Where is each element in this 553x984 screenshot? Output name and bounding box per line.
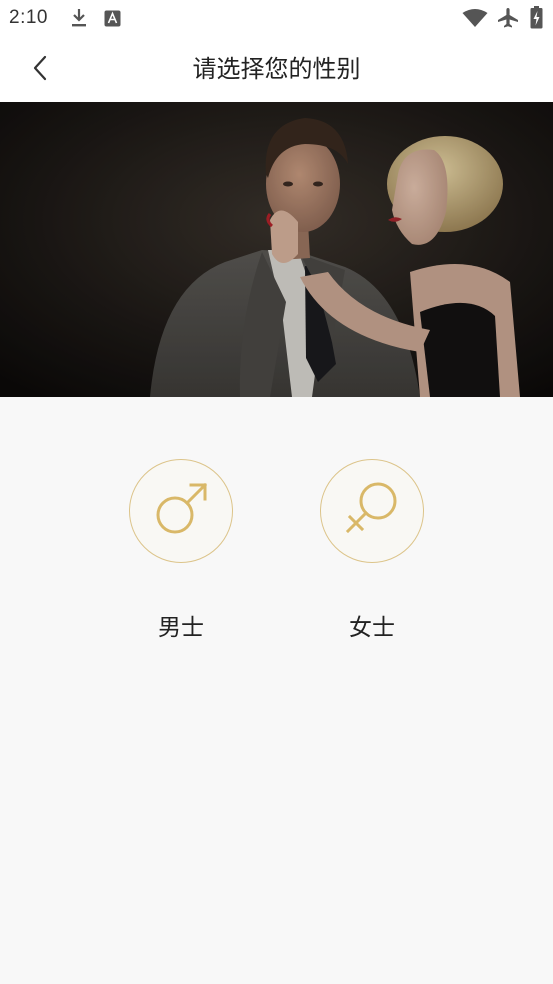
wifi-icon: [462, 9, 488, 32]
back-button[interactable]: [20, 50, 60, 90]
gender-select-screen: 2:10 请选择您的性别 男士 女士: [0, 0, 553, 984]
male-option[interactable]: 男士: [129, 459, 233, 642]
airplane-icon: [496, 7, 520, 33]
status-bar: 2:10: [0, 0, 553, 36]
female-circle[interactable]: [320, 459, 424, 563]
status-time: 2:10: [9, 7, 48, 28]
male-circle[interactable]: [129, 459, 233, 563]
chevron-left-icon: [32, 55, 48, 85]
male-symbol-icon: [151, 479, 211, 543]
hero-image: [0, 102, 553, 397]
battery-icon: [530, 6, 543, 33]
page-title: 请选择您的性别: [192, 55, 361, 83]
female-label[interactable]: 女士: [320, 608, 424, 642]
female-option[interactable]: 女士: [320, 459, 424, 642]
male-label[interactable]: 男士: [129, 608, 233, 642]
female-symbol-icon: [342, 479, 402, 543]
keyboard-a-icon: [104, 10, 121, 31]
app-bar: 请选择您的性别: [0, 36, 553, 102]
download-icon: [70, 8, 88, 32]
